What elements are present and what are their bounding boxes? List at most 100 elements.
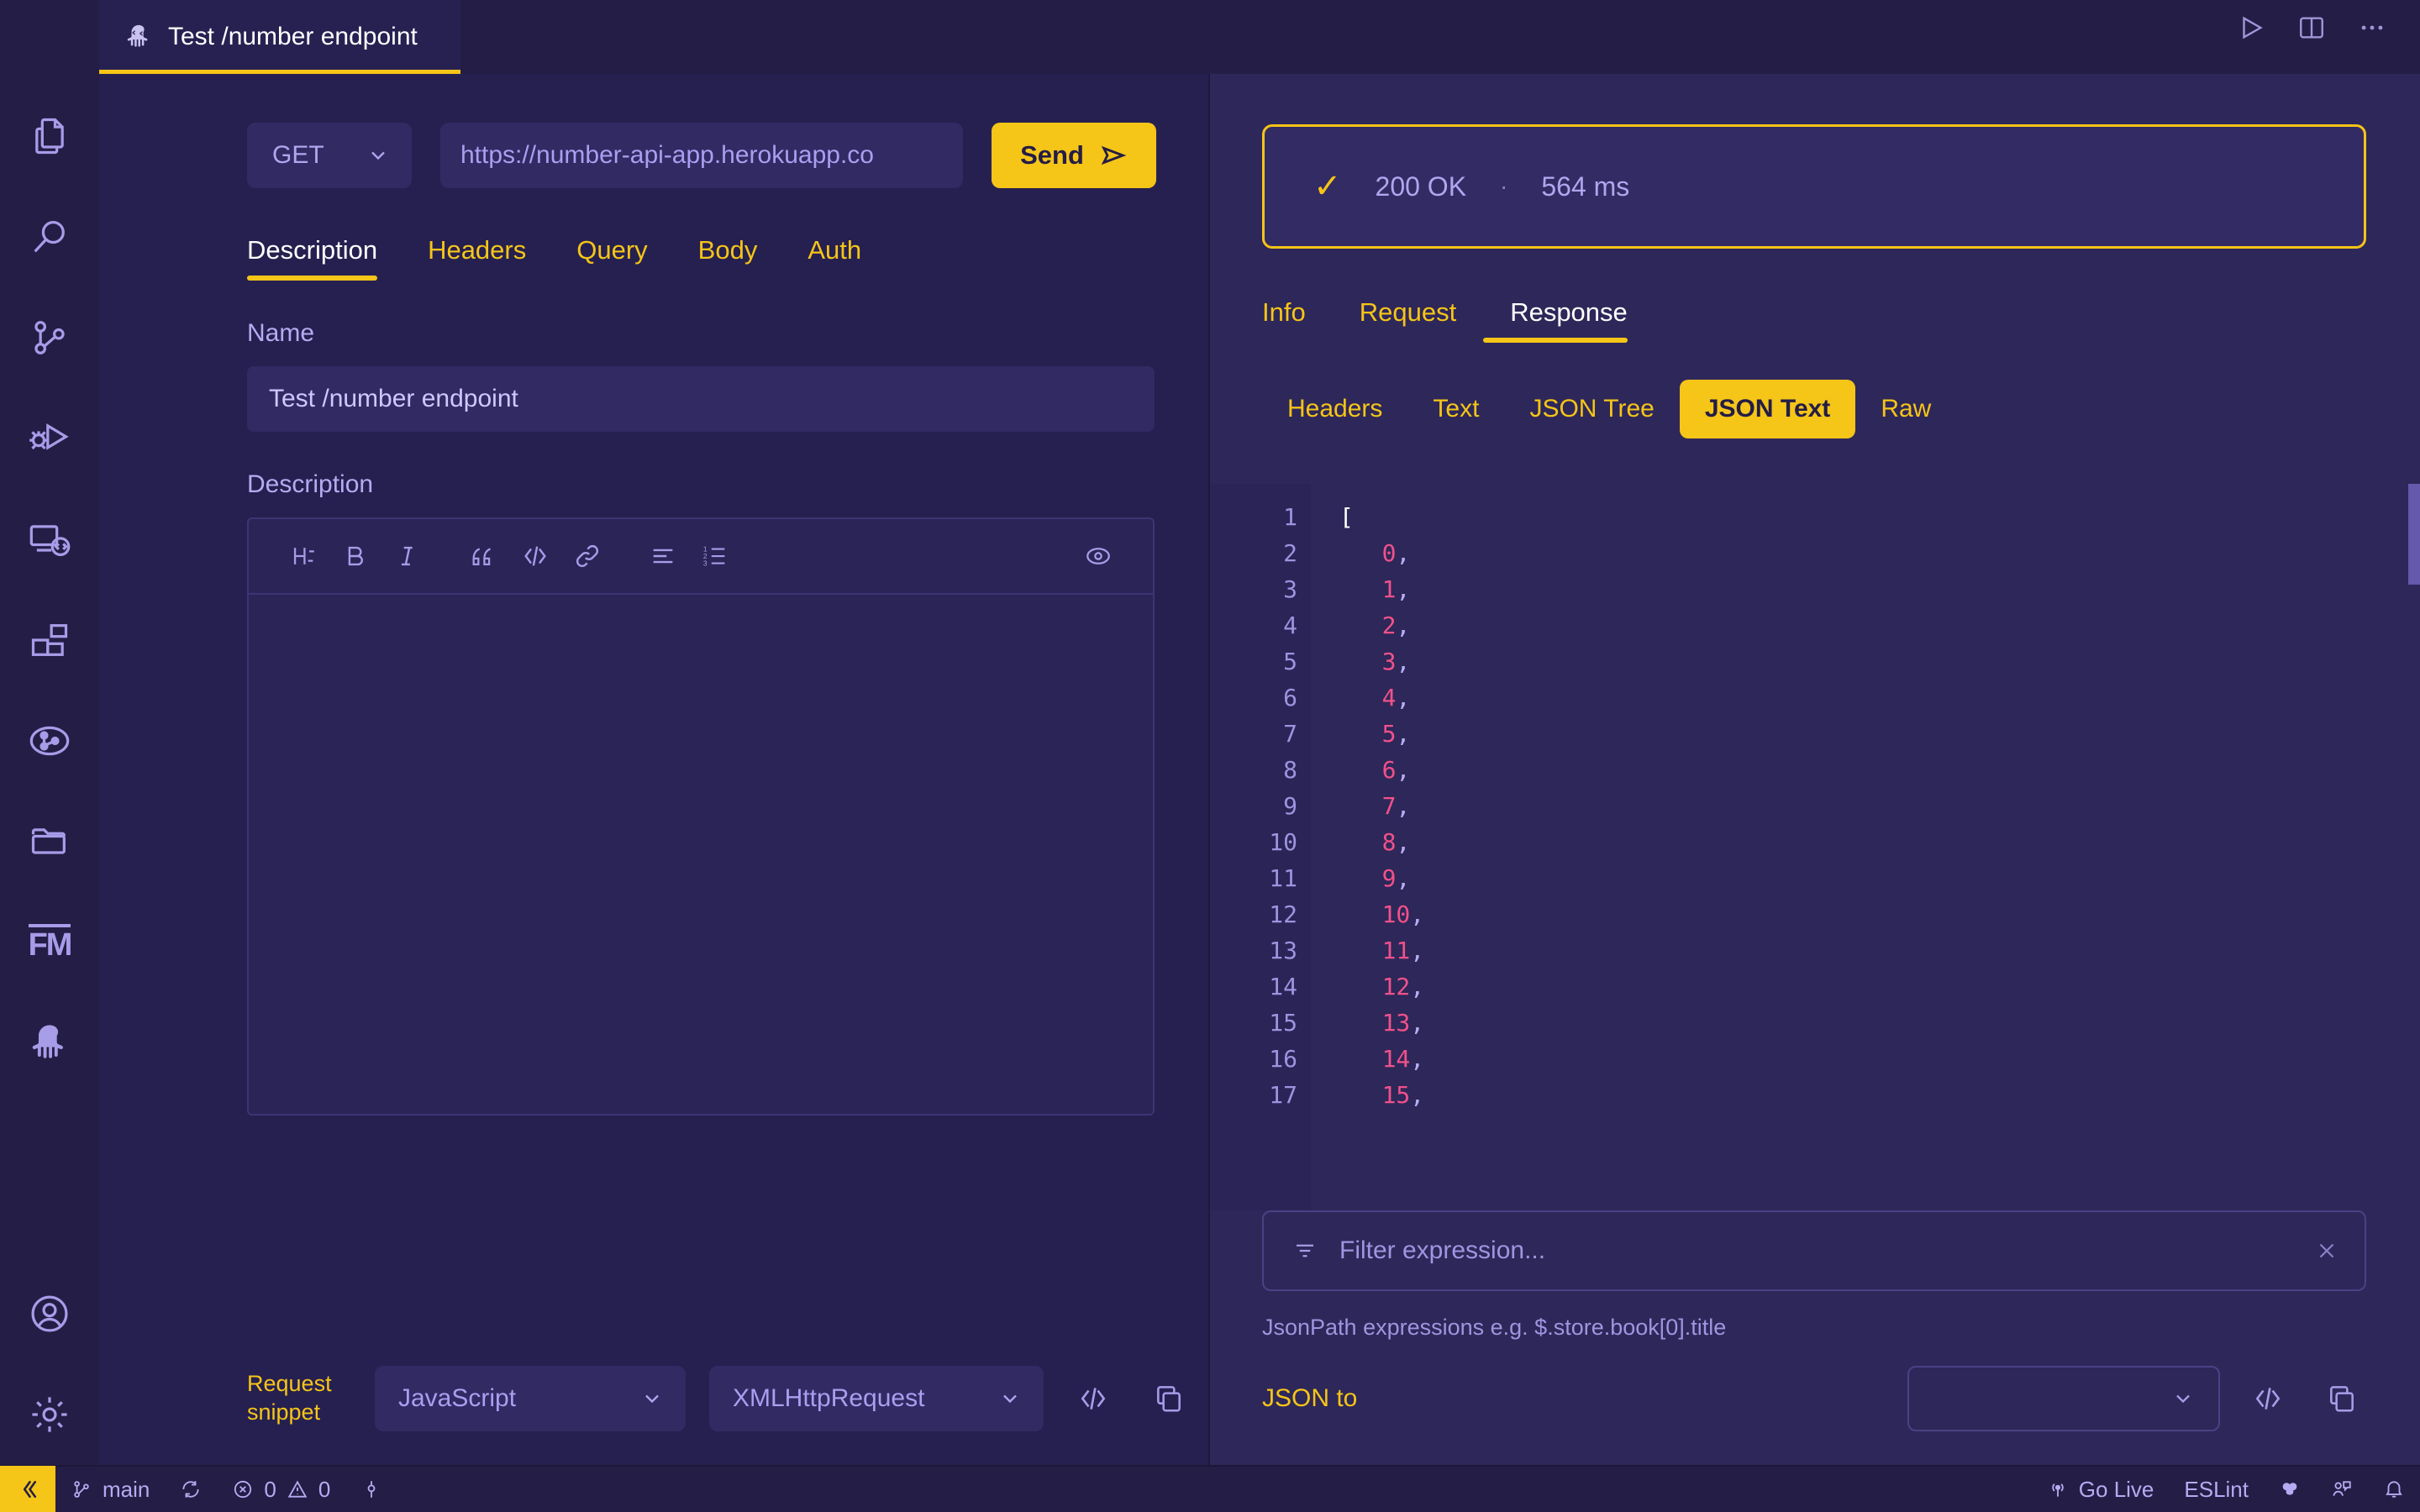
quote-icon[interactable]	[457, 530, 509, 582]
git-graph-icon[interactable]	[0, 690, 99, 791]
search-icon[interactable]	[0, 186, 99, 287]
fm-icon[interactable]: FM	[0, 892, 99, 993]
status-gitlens[interactable]	[2264, 1466, 2316, 1512]
status-eslint[interactable]: ESLint	[2169, 1466, 2264, 1512]
snippet-library-select[interactable]: XMLHttpRequest	[709, 1366, 1044, 1431]
thunder-client-octopus-icon	[124, 23, 153, 51]
chevron-down-icon	[645, 1394, 659, 1404]
status-problems[interactable]: 0 0	[217, 1466, 345, 1512]
status-feedback[interactable]	[2316, 1466, 2368, 1512]
italic-icon[interactable]	[381, 530, 434, 582]
http-method-select[interactable]: GET	[247, 123, 412, 188]
editor-tab-thunder-client[interactable]: Test /number endpoint	[99, 0, 460, 74]
tab-headers-label: Headers	[428, 235, 527, 265]
json-number: 1	[1381, 575, 1397, 603]
json-number: 4	[1381, 684, 1397, 711]
view-tab-json-tree-label: JSON Tree	[1529, 395, 1655, 423]
status-notifications[interactable]	[2368, 1466, 2420, 1512]
filter-icon	[1292, 1238, 1318, 1263]
line-number: 15	[1269, 1009, 1297, 1037]
view-tab-json-tree[interactable]: JSON Tree	[1504, 380, 1679, 438]
tab-info[interactable]: Info	[1262, 297, 1333, 343]
tab-request[interactable]: Request	[1333, 297, 1483, 343]
heading-icon[interactable]	[277, 530, 329, 582]
request-snippet-bar: Request snippet JavaScript XMLHttpReques…	[99, 1341, 1208, 1465]
json-comma: ,	[1396, 575, 1411, 603]
json-number: 0	[1381, 539, 1397, 567]
thunder-client-icon[interactable]	[0, 993, 99, 1094]
name-input[interactable]: Test /number endpoint	[247, 366, 1155, 432]
json-comma: ,	[1396, 648, 1411, 675]
view-tab-raw[interactable]: Raw	[1855, 380, 1956, 438]
code-scrollbar[interactable]	[2408, 484, 2420, 585]
line-number: 4	[1283, 612, 1297, 639]
split-editor-icon[interactable]	[2297, 13, 2326, 42]
status-go-live[interactable]: Go Live	[2032, 1466, 2170, 1512]
filter-hint: JsonPath expressions e.g. $.store.book[0…	[1262, 1315, 1727, 1340]
snippet-language-select[interactable]: JavaScript	[375, 1366, 686, 1431]
bullet-list-icon[interactable]	[637, 530, 689, 582]
json-to-copy-icon[interactable]	[2316, 1373, 2368, 1425]
status-bar: main 0 0 Go Live ESLint	[0, 1465, 2420, 1512]
json-comma: ,	[1410, 1081, 1425, 1109]
tab-body[interactable]: Body	[673, 235, 783, 281]
check-icon: ✓	[1313, 168, 1342, 205]
filter-input[interactable]: Filter expression...	[1262, 1210, 2366, 1291]
remote-explorer-icon[interactable]	[0, 489, 99, 590]
accounts-icon[interactable]	[0, 1263, 99, 1364]
settings-gear-icon[interactable]	[0, 1364, 99, 1465]
json-to-select[interactable]	[1907, 1366, 2220, 1431]
send-button[interactable]: Send	[992, 123, 1156, 188]
source-control-icon[interactable]	[0, 287, 99, 388]
code-line: 2,	[1339, 607, 2420, 643]
status-sync[interactable]	[165, 1466, 217, 1512]
code-line: 9,	[1339, 860, 2420, 896]
code-icon[interactable]	[509, 530, 561, 582]
tab-response[interactable]: Response	[1483, 297, 1655, 343]
tab-query[interactable]: Query	[551, 235, 672, 281]
request-pane: GET https://number-api-app.herokuapp.co …	[99, 74, 1210, 1465]
more-actions-icon[interactable]	[2358, 13, 2386, 42]
explorer-icon[interactable]	[0, 86, 99, 186]
link-icon[interactable]	[561, 530, 613, 582]
response-code-viewer[interactable]: 1 2 3 4 5 6 7 8 9 10 11 12 13 14 15 16 17 [ 0, 1, 2, 3, …	[1210, 484, 2420, 1210]
numbered-list-icon[interactable]: 123	[689, 530, 741, 582]
thunder-client-panes: GET https://number-api-app.herokuapp.co …	[99, 74, 2420, 1465]
view-tab-json-text[interactable]: JSON Text	[1679, 380, 1856, 438]
request-snippet-label-line1: Request	[247, 1371, 332, 1397]
description-textarea[interactable]	[249, 595, 1153, 1114]
status-branch[interactable]: main	[55, 1466, 165, 1512]
close-icon[interactable]	[2314, 1238, 2339, 1263]
line-number: 16	[1269, 1045, 1297, 1073]
view-tab-json-text-label: JSON Text	[1704, 395, 1831, 423]
source-control-icon	[74, 1481, 89, 1498]
tab-auth[interactable]: Auth	[782, 235, 886, 281]
status-ports[interactable]	[345, 1466, 397, 1512]
extensions-icon[interactable]	[0, 590, 99, 690]
code-line: 15,	[1339, 1077, 2420, 1113]
json-comma: ,	[1410, 937, 1425, 964]
snippet-copy-icon[interactable]	[1143, 1373, 1195, 1425]
project-manager-icon[interactable]	[0, 791, 99, 892]
snippet-view-code-icon[interactable]	[1067, 1373, 1119, 1425]
request-tabs: Description Headers Query Body Auth	[99, 188, 1208, 281]
send-button-label: Send	[1020, 140, 1084, 170]
json-to-view-code-icon[interactable]	[2242, 1373, 2294, 1425]
code-line: 4,	[1339, 680, 2420, 716]
status-warning-count: 0	[318, 1476, 331, 1502]
run-and-debug-icon[interactable]	[0, 388, 99, 489]
view-tab-headers[interactable]: Headers	[1262, 380, 1407, 438]
tab-headers[interactable]: Headers	[402, 235, 551, 281]
view-tab-text[interactable]: Text	[1407, 380, 1504, 438]
tab-description[interactable]: Description	[247, 235, 402, 281]
bold-icon[interactable]	[329, 530, 381, 582]
remote-window-icon[interactable]	[0, 1466, 55, 1512]
json-to-label: JSON to	[1262, 1384, 1358, 1412]
run-icon[interactable]	[2237, 13, 2265, 42]
url-input[interactable]: https://number-api-app.herokuapp.co	[440, 123, 963, 188]
code-line: 8,	[1339, 824, 2420, 860]
preview-eye-icon[interactable]	[1072, 530, 1124, 582]
markdown-toolbar: 123	[249, 519, 1153, 595]
